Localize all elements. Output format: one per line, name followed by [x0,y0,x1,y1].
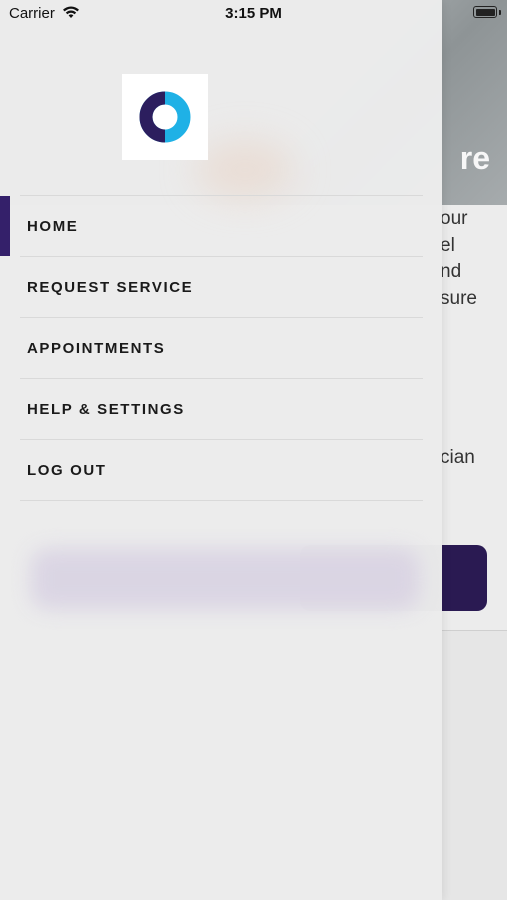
menu-item-request-service[interactable]: REQUEST SERVICE [20,256,423,317]
menu-item-label: HELP & SETTINGS [27,400,185,418]
decorative-glow [195,140,295,200]
battery-icon [473,6,497,18]
background-text-line: nd [440,261,462,282]
menu-item-label: LOG OUT [27,461,107,479]
decorative-blur [30,548,420,610]
menu-item-home[interactable]: HOME [20,195,423,256]
battery-tip [499,10,501,15]
menu-item-label: HOME [27,217,79,235]
navigation-drawer: HOME REQUEST SERVICE APPOINTMENTS HELP &… [0,0,442,900]
menu-item-label: REQUEST SERVICE [27,278,194,296]
background-text-line: cian [440,447,475,468]
menu-item-help-settings[interactable]: HELP & SETTINGS [20,378,423,439]
logo-ring-icon [139,91,191,143]
background-text-line: sure [440,288,477,309]
status-time: 3:15 PM [225,5,282,22]
menu-item-label: APPOINTMENTS [27,339,166,357]
app-logo [122,74,208,160]
menu-item-appointments[interactable]: APPOINTMENTS [20,317,423,378]
drawer-menu: HOME REQUEST SERVICE APPOINTMENTS HELP &… [20,195,423,501]
menu-item-log-out[interactable]: LOG OUT [20,439,423,501]
status-bar: Carrier 3:15 PM [0,0,507,28]
background-text-line: our [440,208,468,229]
active-indicator [0,196,10,256]
background-text-line: el [440,235,455,256]
